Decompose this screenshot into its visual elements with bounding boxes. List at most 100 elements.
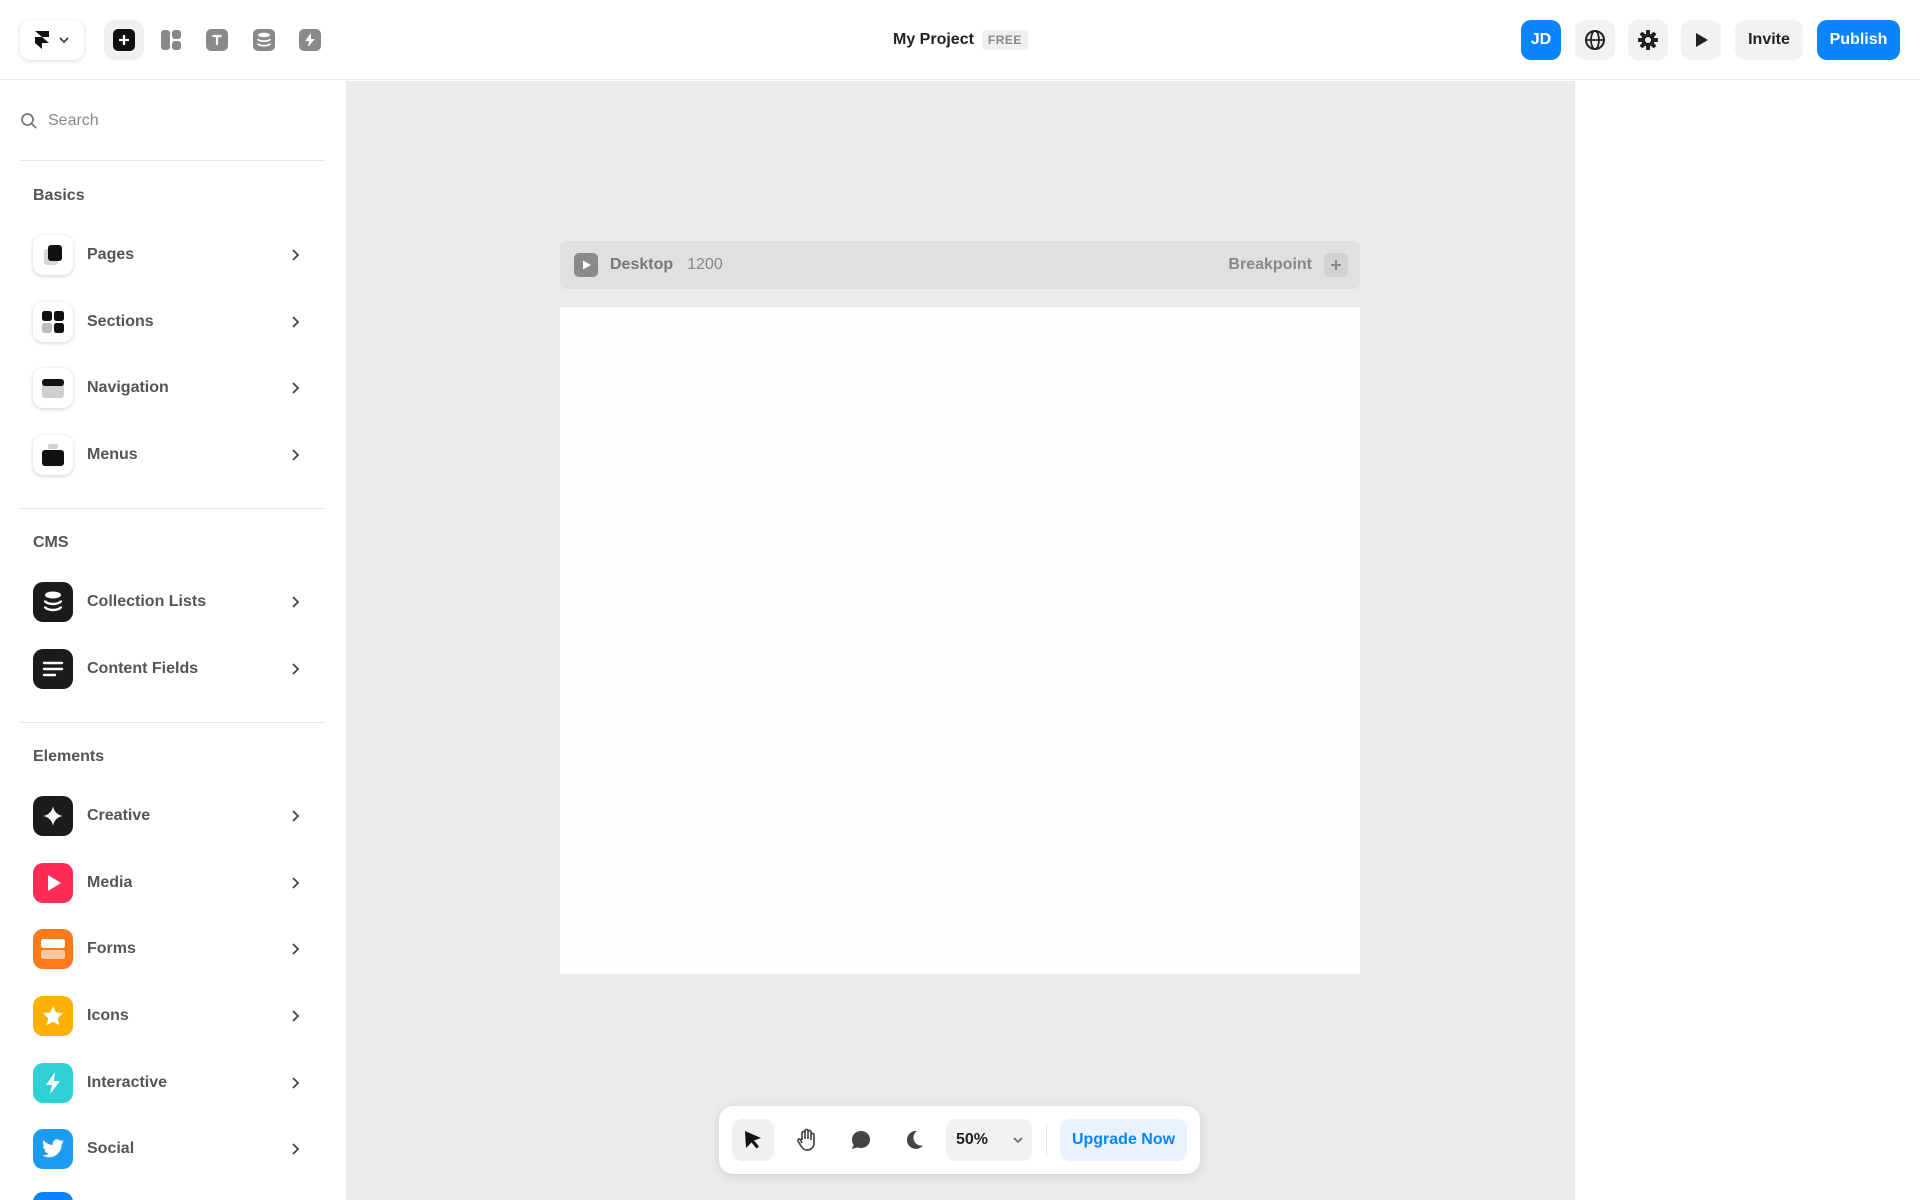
insert-icon <box>113 29 135 51</box>
add-breakpoint-button[interactable] <box>1324 253 1348 277</box>
app-menu-button[interactable] <box>20 20 84 60</box>
globe-button[interactable] <box>1575 20 1615 60</box>
sidebar-item-label: Interactive <box>87 1074 168 1091</box>
user-avatar[interactable]: JD <box>1521 20 1561 60</box>
design-canvas[interactable]: Desktop 1200 Breakpoint <box>346 81 1574 1200</box>
breakpoint-name[interactable]: Desktop <box>610 256 673 274</box>
hand-icon <box>797 1128 815 1151</box>
zoom-select[interactable]: 50% <box>946 1119 1032 1161</box>
sidebar-item-label: Pages <box>87 246 135 263</box>
form-icon <box>33 929 73 969</box>
layout-tool-button[interactable] <box>151 20 191 60</box>
sections-icon <box>33 302 73 342</box>
breakpoint-label[interactable]: Breakpoint <box>1228 256 1312 274</box>
chevron-down-icon <box>59 37 69 44</box>
desktop-frame[interactable] <box>560 307 1360 974</box>
sidebar-item-label: Menus <box>87 446 138 463</box>
dark-mode-button[interactable] <box>893 1119 935 1161</box>
comment-tool-button[interactable] <box>840 1119 882 1161</box>
project-title: My Project <box>893 31 974 48</box>
chevron-right-icon <box>285 806 305 826</box>
framer-logo-icon <box>35 31 49 49</box>
upgrade-button[interactable]: Upgrade Now <box>1060 1119 1187 1161</box>
zoom-value: 50% <box>956 1131 989 1148</box>
sidebar-item-label: Media <box>87 874 133 891</box>
lines-icon <box>33 649 73 689</box>
top-bar: My Project FREE JD Invite Publish <box>0 0 1920 80</box>
gear-icon <box>1638 30 1658 50</box>
plugins-icon <box>299 29 321 51</box>
chevron-right-icon <box>285 873 305 893</box>
plus-icon <box>1331 260 1341 270</box>
sidebar-item-icons[interactable]: Icons <box>33 994 315 1038</box>
sidebar-item-pages[interactable]: Pages <box>33 233 315 277</box>
cms-tool-button[interactable] <box>244 20 284 60</box>
sidebar-item-collection-lists[interactable]: Collection Lists <box>33 580 315 624</box>
project-title-area[interactable]: My Project FREE <box>893 28 1028 52</box>
chevron-right-icon <box>285 445 305 465</box>
breakpoint-bar: Desktop 1200 Breakpoint <box>560 241 1360 289</box>
bottom-toolbar: 50% Upgrade Now <box>719 1106 1200 1174</box>
sidebar-item-navigation[interactable]: Navigation <box>33 366 315 410</box>
invite-button[interactable]: Invite <box>1735 20 1803 60</box>
divider <box>20 508 325 509</box>
chevron-right-icon <box>285 939 305 959</box>
section-title-elements: Elements <box>33 748 105 765</box>
sparkle-icon <box>33 796 73 836</box>
text-icon <box>206 29 228 51</box>
search-input[interactable] <box>48 112 308 130</box>
sidebar-item-menus[interactable]: Menus <box>33 433 315 477</box>
sidebar-item-social[interactable]: Social <box>33 1127 315 1171</box>
comment-icon <box>852 1131 870 1149</box>
search-bar <box>20 108 320 134</box>
plugins-tool-button[interactable] <box>290 20 330 60</box>
publish-button[interactable]: Publish <box>1817 20 1900 60</box>
layout-icon <box>161 30 181 50</box>
toolbar-separator <box>1046 1124 1047 1156</box>
chevron-right-icon <box>285 1073 305 1093</box>
more-element-icon <box>33 1192 73 1200</box>
text-tool-button[interactable] <box>197 20 237 60</box>
section-title-basics: Basics <box>33 187 85 204</box>
plan-badge: FREE <box>981 30 1028 50</box>
chevron-right-icon <box>285 378 305 398</box>
preview-button[interactable] <box>1681 20 1721 60</box>
navigation-icon <box>33 368 73 408</box>
play-icon <box>583 260 591 270</box>
insert-tool-button[interactable] <box>104 20 144 60</box>
sidebar-item-label: Sections <box>87 313 154 330</box>
cursor-icon <box>745 1131 761 1149</box>
insert-sidebar: Basics Pages Sections <box>0 80 345 1200</box>
properties-panel <box>1574 81 1920 1200</box>
sidebar-item-label: Creative <box>87 807 151 824</box>
sidebar-item-media[interactable]: Media <box>33 861 315 905</box>
chevron-right-icon <box>285 1139 305 1159</box>
chevron-right-icon <box>285 659 305 679</box>
hand-tool-button[interactable] <box>786 1119 828 1161</box>
database-icon <box>33 582 73 622</box>
sidebar-item-content-fields[interactable]: Content Fields <box>33 647 315 691</box>
bolt-icon <box>33 1063 73 1103</box>
star-icon <box>33 996 73 1036</box>
play-icon <box>33 863 73 903</box>
sidebar-item-label: Collection Lists <box>87 593 207 610</box>
settings-button[interactable] <box>1628 20 1668 60</box>
cms-icon <box>253 29 275 51</box>
sidebar-item-label: Icons <box>87 1007 129 1024</box>
twitter-icon <box>33 1129 73 1169</box>
moon-icon <box>906 1130 923 1149</box>
chevron-right-icon <box>285 245 305 265</box>
play-icon <box>1696 33 1708 47</box>
sidebar-item-forms[interactable]: Forms <box>33 927 315 971</box>
chevron-right-icon <box>285 1006 305 1026</box>
page-icon <box>33 235 73 275</box>
sidebar-item-interactive[interactable]: Interactive <box>33 1061 315 1105</box>
search-icon <box>21 113 37 129</box>
chevron-right-icon <box>285 312 305 332</box>
preview-breakpoint-button[interactable] <box>574 253 598 277</box>
select-tool-button[interactable] <box>732 1119 774 1161</box>
sidebar-item-label: Social <box>87 1140 135 1157</box>
chevron-down-icon <box>1012 1134 1024 1146</box>
sidebar-item-sections[interactable]: Sections <box>33 300 315 344</box>
sidebar-item-creative[interactable]: Creative <box>33 794 315 838</box>
